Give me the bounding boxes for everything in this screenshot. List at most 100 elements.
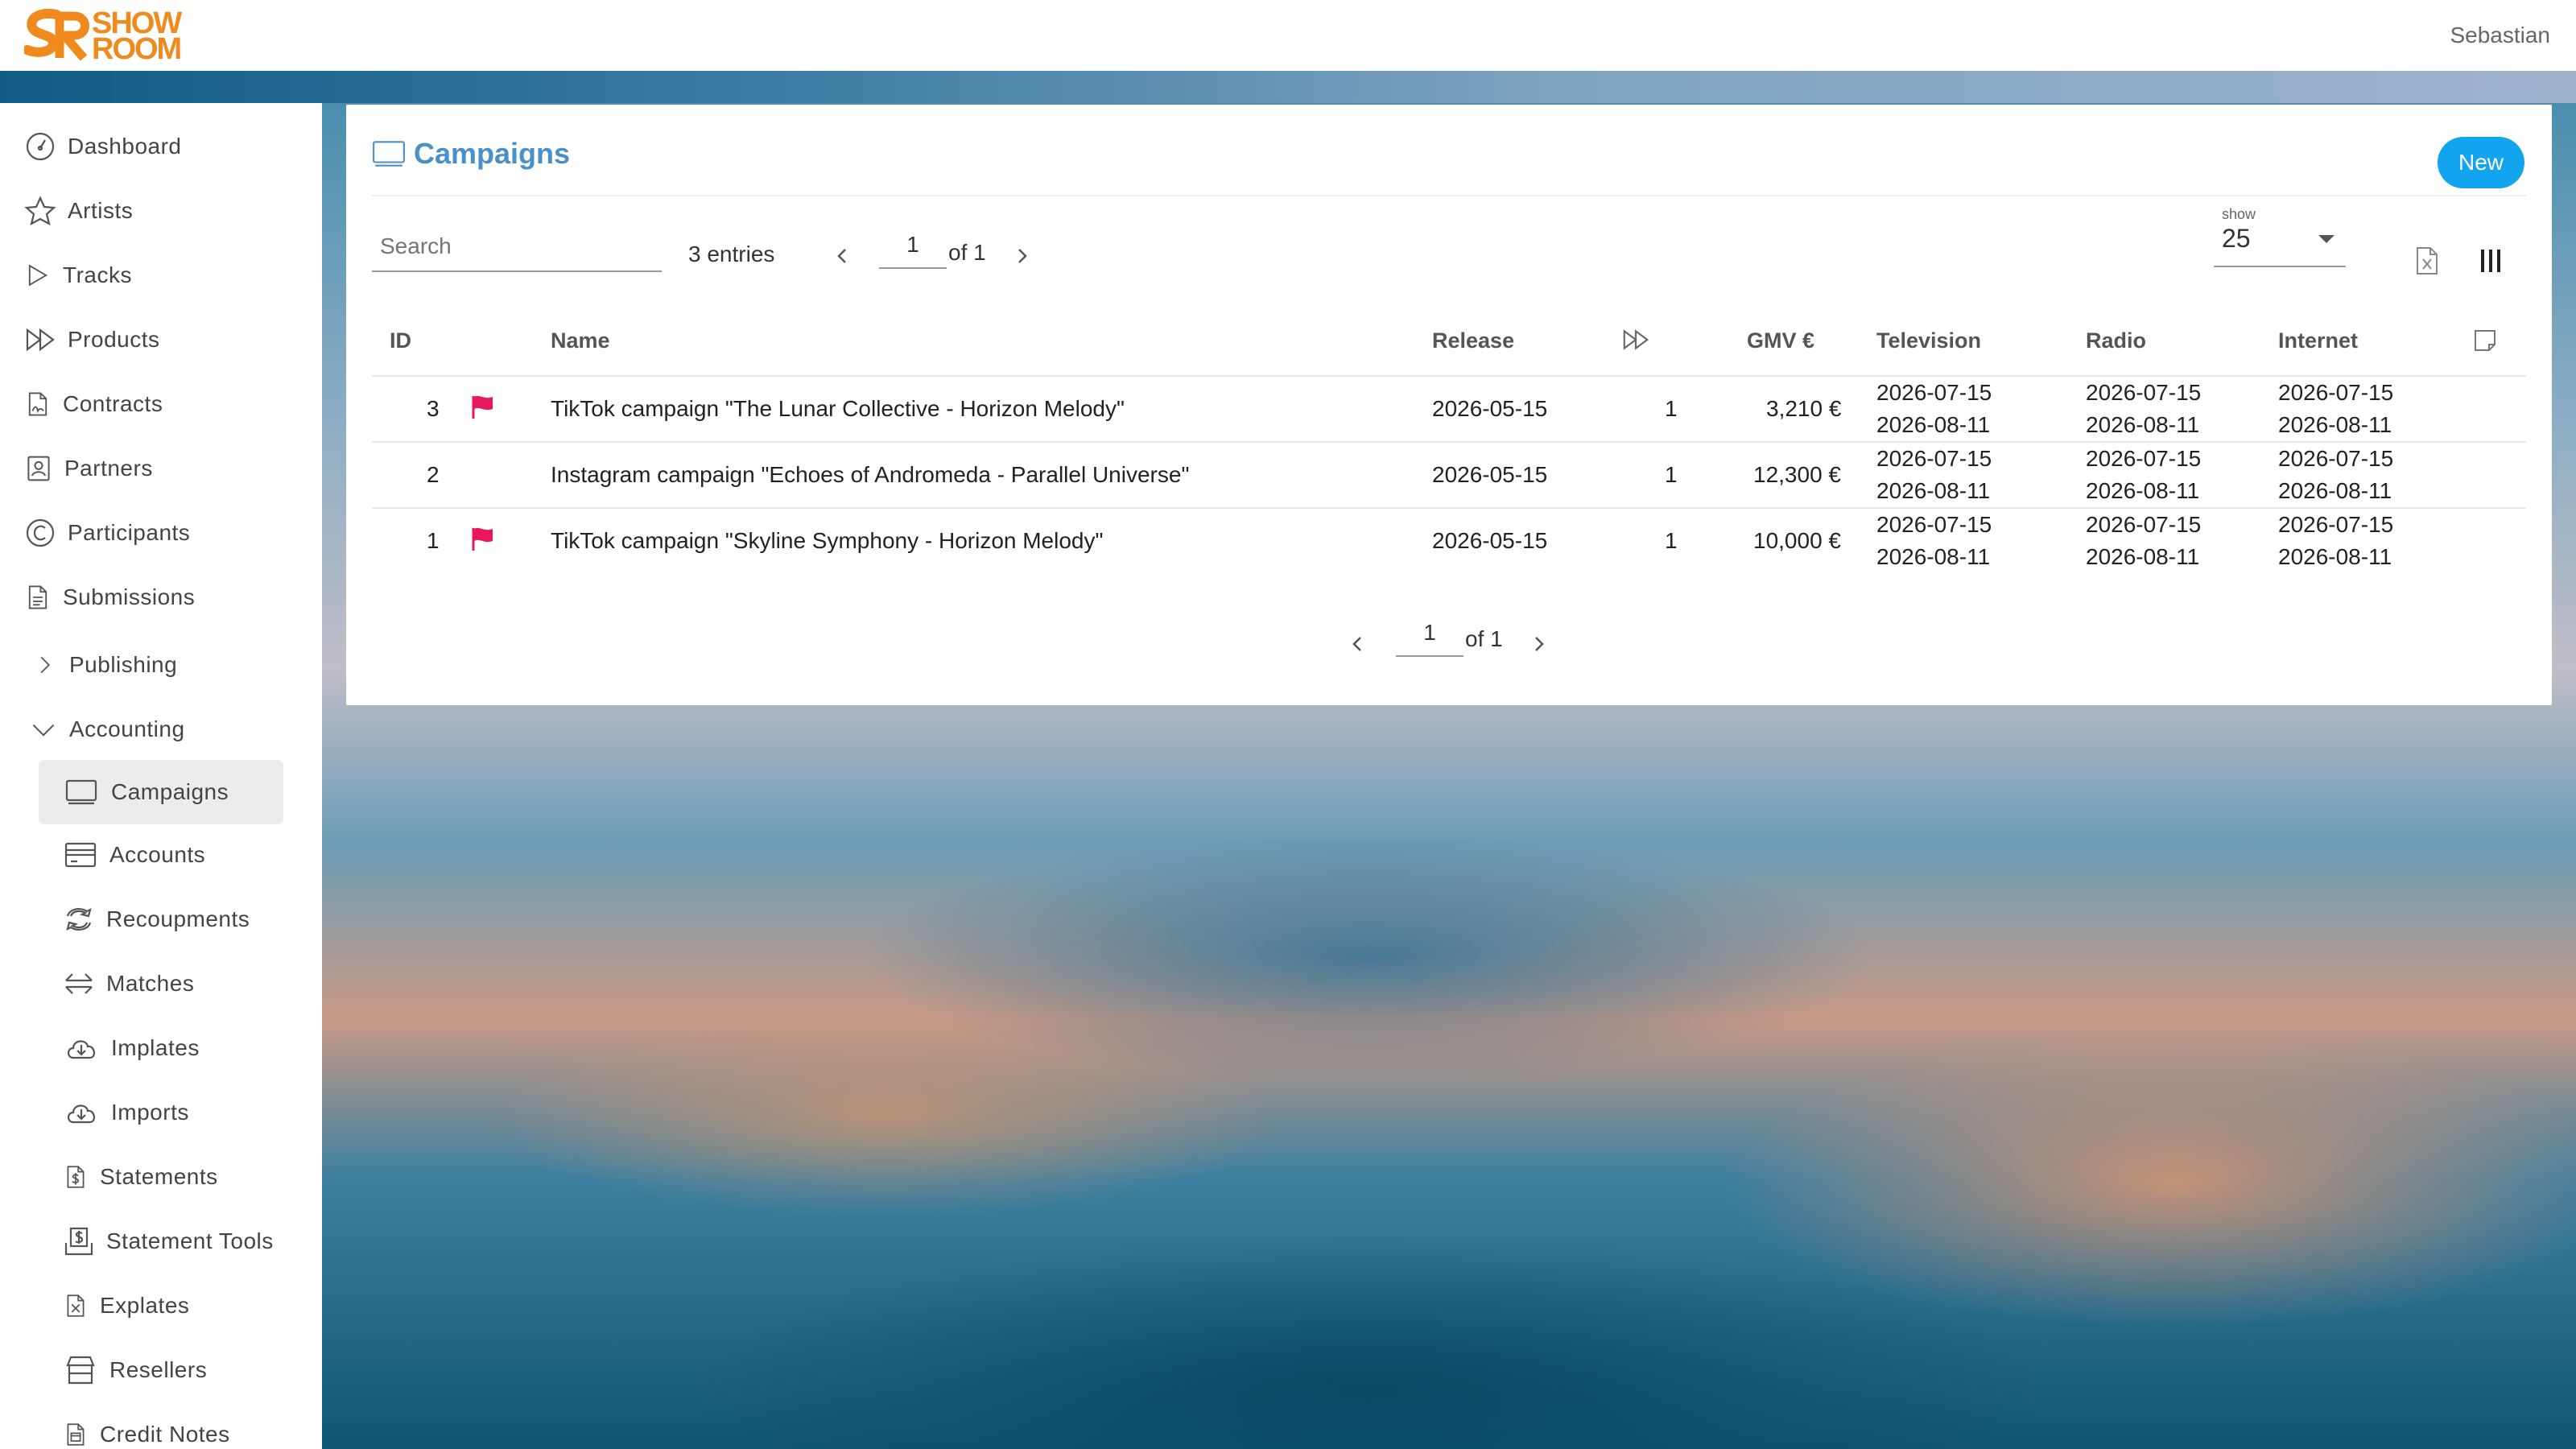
caret-down-icon bbox=[2318, 235, 2334, 243]
sidebar-item-accounts[interactable]: Accounts bbox=[63, 829, 205, 881]
columns-icon[interactable] bbox=[2475, 243, 2507, 279]
cell-id: 1 bbox=[427, 528, 440, 553]
cell-tv-end: 2026-08-11 bbox=[1876, 478, 1991, 503]
sidebar-item-participants[interactable]: Participants bbox=[24, 507, 190, 559]
column-header-internet[interactable]: Internet bbox=[2278, 328, 2358, 353]
column-header-release[interactable]: Release bbox=[1432, 328, 1514, 353]
excel-export-icon[interactable] bbox=[2411, 243, 2443, 279]
sidebar-item-matches[interactable]: Matches bbox=[63, 958, 194, 1009]
monitor-icon bbox=[65, 779, 97, 805]
sidebar-item-label: Implates bbox=[111, 1035, 200, 1060]
user-menu[interactable]: Sebastian bbox=[2450, 23, 2550, 48]
page-size-select[interactable]: show 25 bbox=[2214, 206, 2346, 267]
campaigns-panel: Campaigns New 3 entries 1 of 1 show 25 I… bbox=[346, 105, 2552, 705]
sidebar-item-credit-notes[interactable]: Credit Notes bbox=[63, 1409, 230, 1449]
new-campaign-button[interactable]: New bbox=[2438, 137, 2524, 188]
cell-tv-end: 2026-08-11 bbox=[1876, 544, 1991, 569]
cell-name[interactable]: Instagram campaign "Echoes of Andromeda … bbox=[551, 462, 1189, 488]
sidebar-item-label: Matches bbox=[106, 971, 195, 996]
dollar-document-icon bbox=[67, 1166, 85, 1188]
sidebar-item-partners[interactable]: Partners bbox=[24, 443, 153, 494]
cell-release: 2026-05-15 bbox=[1432, 528, 1548, 553]
sidebar-item-statement-tools[interactable]: Statement Tools bbox=[63, 1216, 274, 1267]
bottom-next-page-button[interactable] bbox=[1523, 628, 1555, 660]
sidebar-item-label: Accounts bbox=[109, 842, 206, 867]
column-header-gmv[interactable]: GMV € bbox=[1747, 328, 1814, 353]
page-title-text: Campaigns bbox=[414, 137, 571, 170]
column-header-radio[interactable]: Radio bbox=[2086, 328, 2146, 353]
flag-icon[interactable] bbox=[469, 525, 496, 552]
cell-name[interactable]: TikTok campaign "The Lunar Collective - … bbox=[551, 396, 1125, 422]
sidebar-item-label: Submissions bbox=[63, 584, 196, 609]
sidebar-item-explates[interactable]: Explates bbox=[63, 1280, 189, 1331]
page-size-label: show bbox=[2222, 206, 2256, 222]
prev-page-button[interactable] bbox=[826, 240, 858, 272]
sidebar-item-tracks[interactable]: Tracks bbox=[24, 250, 132, 301]
sidebar-item-implates[interactable]: Implates bbox=[63, 1022, 200, 1074]
search-field[interactable] bbox=[372, 224, 662, 272]
contract-icon bbox=[28, 392, 47, 416]
page-size-value: 25 bbox=[2222, 224, 2251, 253]
star-icon bbox=[24, 196, 56, 226]
chevron-right-icon bbox=[1535, 637, 1544, 651]
bottom-page-total: of 1 bbox=[1465, 626, 1503, 651]
sidebar-item-artists[interactable]: Artists bbox=[24, 185, 133, 237]
dashboard-icon bbox=[26, 132, 55, 161]
cell-count: 1 bbox=[1665, 528, 1678, 553]
sidebar-item-publishing[interactable]: Publishing bbox=[32, 639, 177, 691]
cell-radio-start: 2026-07-15 bbox=[2086, 512, 2202, 537]
cell-internet-end: 2026-08-11 bbox=[2278, 544, 2392, 569]
sidebar-item-campaigns[interactable]: Campaigns bbox=[39, 760, 283, 824]
sidebar-item-label: Statements bbox=[100, 1164, 218, 1189]
sidebar-item-label: Accounting bbox=[69, 716, 185, 741]
sidebar-item-statements[interactable]: Statements bbox=[63, 1151, 218, 1203]
dollar-tray-icon bbox=[64, 1227, 93, 1256]
refresh-icon bbox=[66, 907, 92, 931]
sidebar-item-contracts[interactable]: Contracts bbox=[24, 378, 163, 430]
card-icon bbox=[64, 842, 97, 868]
sidebar-item-products[interactable]: Products bbox=[24, 314, 160, 365]
cell-internet-start: 2026-07-15 bbox=[2278, 446, 2394, 471]
bottom-page-number-input[interactable]: 1 bbox=[1396, 615, 1463, 657]
sidebar-item-imports[interactable]: Imports bbox=[63, 1087, 189, 1138]
cell-count: 1 bbox=[1665, 462, 1678, 487]
fast-forward-icon[interactable] bbox=[1621, 327, 1650, 353]
bottom-prev-page-button[interactable] bbox=[1341, 628, 1373, 660]
divider bbox=[372, 195, 2526, 196]
cell-gmv: 12,300 € bbox=[1753, 462, 1841, 487]
sidebar-item-submissions[interactable]: Submissions bbox=[24, 572, 195, 623]
cell-name[interactable]: TikTok campaign "Skyline Symphony - Hori… bbox=[551, 528, 1103, 554]
sidebar-item-label: Tracks bbox=[63, 262, 132, 287]
note-icon[interactable] bbox=[2471, 327, 2499, 354]
sidebar-item-label: Campaigns bbox=[111, 779, 229, 804]
chevron-left-icon bbox=[1352, 637, 1361, 651]
cell-tv-start: 2026-07-15 bbox=[1876, 512, 1992, 537]
row-divider bbox=[372, 507, 2526, 509]
sidebar-item-label: Contracts bbox=[63, 391, 163, 416]
cell-internet-end: 2026-08-11 bbox=[2278, 412, 2392, 437]
sidebar-item-accounting[interactable]: Accounting bbox=[29, 704, 185, 755]
credit-note-icon bbox=[67, 1423, 85, 1446]
showroom-logo[interactable]: SHOW ROOM bbox=[24, 8, 193, 64]
excel-document-icon bbox=[67, 1294, 85, 1317]
sidebar-item-label: Resellers bbox=[109, 1357, 208, 1382]
cell-internet-start: 2026-07-15 bbox=[2278, 380, 2394, 405]
column-header-television[interactable]: Television bbox=[1876, 328, 1981, 353]
flag-icon[interactable] bbox=[469, 393, 496, 420]
sidebar-item-resellers[interactable]: Resellers bbox=[63, 1344, 207, 1396]
chevron-right-icon bbox=[40, 656, 51, 674]
search-input[interactable] bbox=[372, 224, 662, 269]
sidebar-item-label: Partners bbox=[64, 456, 153, 481]
fast-forward-icon bbox=[26, 328, 55, 352]
play-icon bbox=[28, 264, 48, 287]
partner-icon bbox=[27, 456, 50, 481]
page-total: of 1 bbox=[948, 240, 986, 265]
sidebar-item-recoupments[interactable]: Recoupments bbox=[63, 894, 250, 945]
cell-id: 3 bbox=[427, 396, 440, 421]
column-header-id[interactable]: ID bbox=[390, 328, 411, 353]
page-number-input[interactable]: 1 bbox=[879, 227, 947, 269]
next-page-button[interactable] bbox=[1006, 240, 1038, 272]
column-header-name[interactable]: Name bbox=[551, 328, 610, 353]
sidebar-item-dashboard[interactable]: Dashboard bbox=[24, 121, 181, 172]
chevron-left-icon bbox=[837, 249, 846, 263]
